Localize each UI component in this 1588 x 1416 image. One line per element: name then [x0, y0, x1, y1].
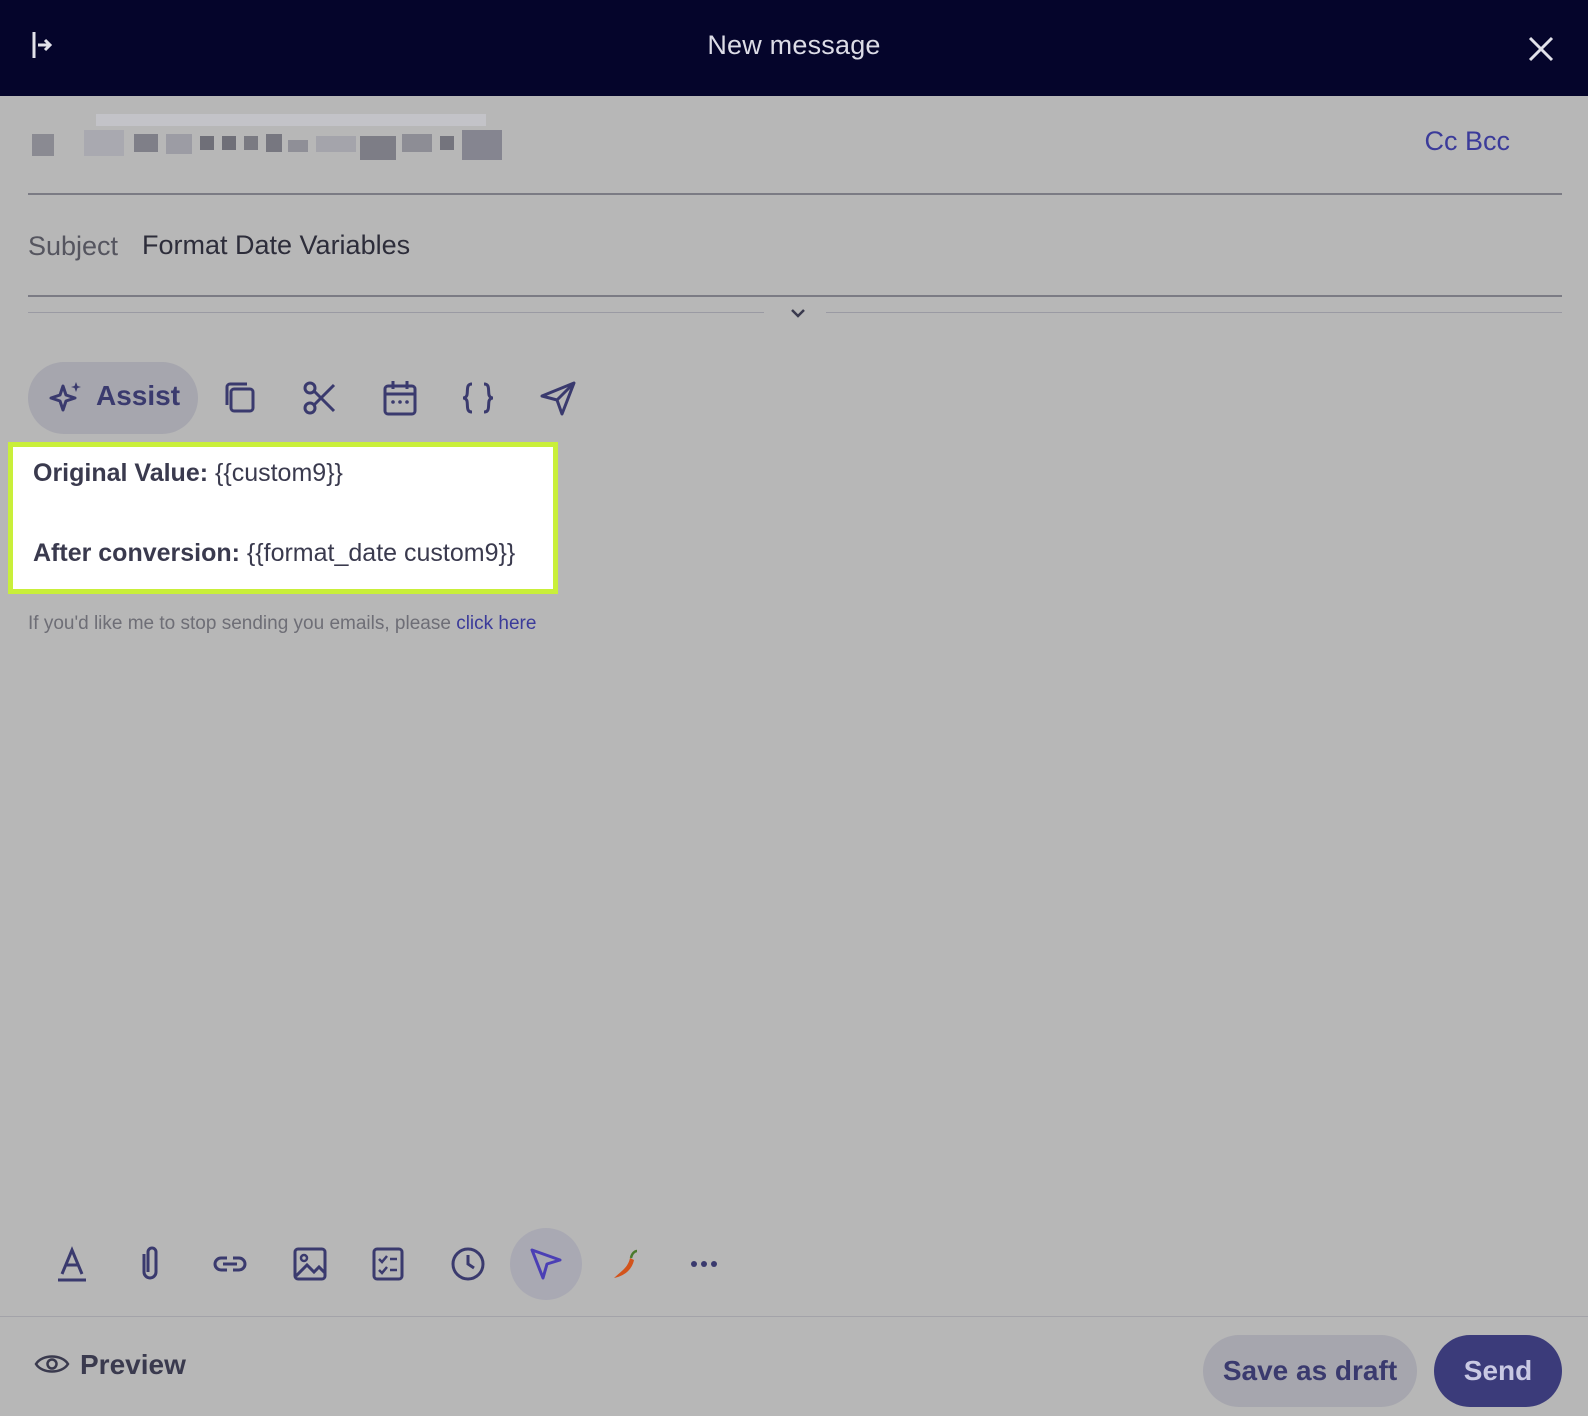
subject-label: Subject: [28, 231, 119, 261]
after-conversion-variable: {{format_date custom9}}: [239, 539, 516, 567]
pepper-icon[interactable]: [588, 1228, 660, 1300]
original-value-label: Original Value:: [33, 459, 209, 487]
unsubscribe-footer: If you'd like me to stop sending you ema…: [28, 613, 536, 635]
chevron-down-icon[interactable]: [786, 302, 810, 324]
link-icon[interactable]: [194, 1228, 266, 1300]
original-value-variable: {{custom9}}: [208, 459, 343, 487]
expand-divider: [28, 300, 1562, 328]
editor-toolbar-top: Assist: [28, 362, 628, 434]
original-value-line: Original Value: {{custom9}}: [33, 459, 343, 488]
unsubscribe-text: If you'd like me to stop sending you ema…: [28, 613, 457, 634]
copy-icon[interactable]: [220, 378, 260, 418]
subject-row[interactable]: Subject Format Date Variables: [28, 195, 1562, 297]
image-icon[interactable]: [274, 1228, 346, 1300]
compose-header: New message: [0, 0, 1588, 96]
preview-label: Preview: [80, 1349, 186, 1380]
clock-icon[interactable]: [432, 1228, 504, 1300]
sparkle-icon: [49, 382, 81, 412]
compose-footer: Preview Save as draft Send: [0, 1316, 1588, 1416]
attachment-icon[interactable]: [114, 1228, 186, 1300]
message-body-highlight[interactable]: Original Value: {{custom9}} After conver…: [8, 442, 558, 594]
assist-label: Assist: [96, 380, 181, 411]
preview-button[interactable]: Preview: [34, 1335, 204, 1391]
after-conversion-line: After conversion: {{format_date custom9}…: [33, 539, 515, 568]
divider-line: [28, 312, 764, 313]
braces-icon[interactable]: [458, 378, 498, 418]
close-icon[interactable]: [1524, 32, 1558, 66]
assist-button[interactable]: Assist: [28, 362, 198, 434]
more-icon[interactable]: [668, 1228, 740, 1300]
scissors-icon[interactable]: [300, 378, 340, 418]
redacted-recipient: [30, 114, 510, 168]
after-conversion-label: After conversion:: [33, 539, 240, 567]
send-button[interactable]: Send: [1434, 1335, 1562, 1407]
editor-toolbar-bottom: [28, 1228, 768, 1300]
recipient-field[interactable]: Cc Bcc: [28, 96, 1562, 195]
eye-icon: [34, 1355, 70, 1373]
text-format-icon[interactable]: [36, 1228, 108, 1300]
cursor-tracking-icon[interactable]: [510, 1228, 582, 1300]
checklist-icon[interactable]: [352, 1228, 424, 1300]
save-as-draft-button[interactable]: Save as draft: [1203, 1335, 1417, 1407]
send-icon[interactable]: [538, 378, 578, 418]
compose-window: New message Cc Bcc Subject Format Date V…: [0, 0, 1588, 1416]
subject-input[interactable]: Format Date Variables: [142, 230, 410, 261]
window-title: New message: [707, 30, 881, 60]
calendar-icon[interactable]: [380, 378, 420, 418]
unsubscribe-link[interactable]: click here: [456, 613, 536, 634]
divider-line: [826, 312, 1562, 313]
cc-bcc-button[interactable]: Cc Bcc: [1424, 126, 1510, 157]
